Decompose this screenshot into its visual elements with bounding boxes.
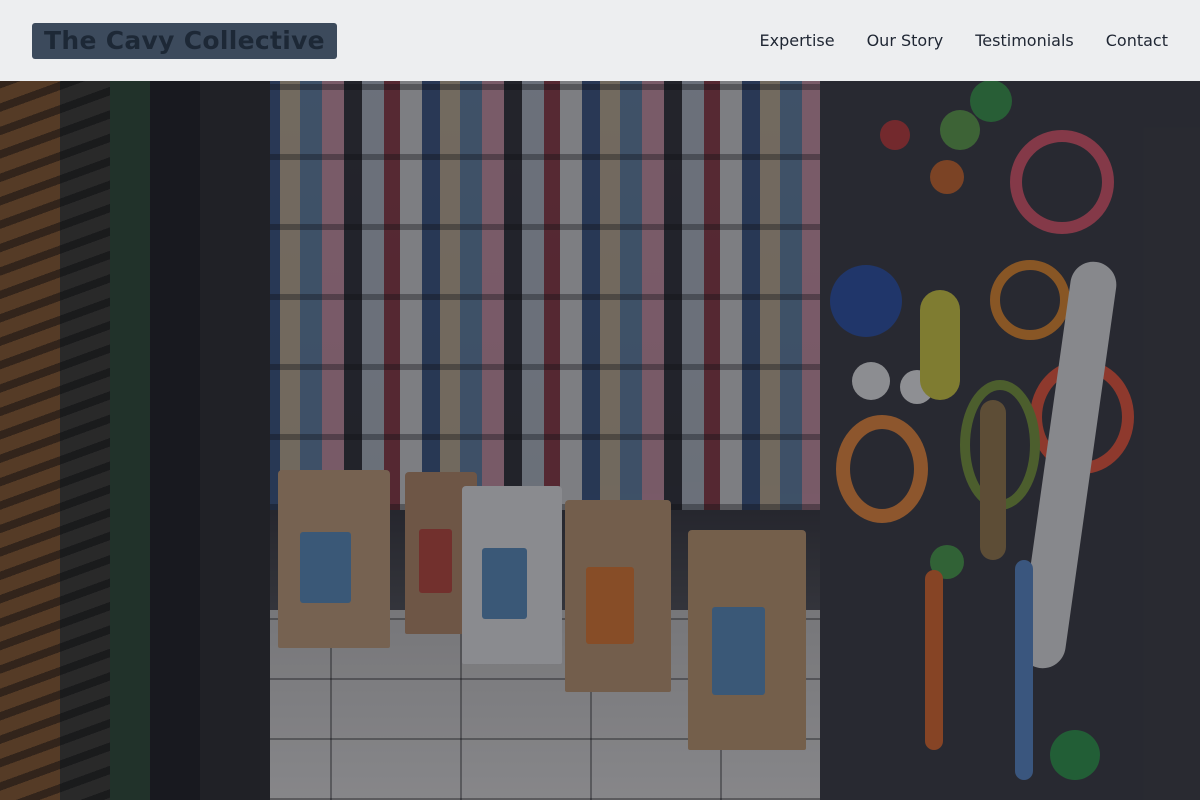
brand-logo[interactable]: The Cavy Collective bbox=[32, 22, 337, 59]
site-header: The Cavy Collective Expertise Our Story … bbox=[0, 0, 1200, 81]
nav-link-testimonials[interactable]: Testimonials bbox=[975, 31, 1074, 50]
main-nav: Expertise Our Story Testimonials Contact bbox=[760, 31, 1168, 50]
hero-overlay bbox=[0, 0, 1200, 800]
hero-background-image bbox=[0, 0, 1200, 800]
nav-link-expertise[interactable]: Expertise bbox=[760, 31, 835, 50]
nav-link-our-story[interactable]: Our Story bbox=[867, 31, 944, 50]
nav-link-contact[interactable]: Contact bbox=[1106, 31, 1168, 50]
brand-name: The Cavy Collective bbox=[44, 26, 325, 55]
page: The Cavy Collective Expertise Our Story … bbox=[0, 0, 1200, 800]
